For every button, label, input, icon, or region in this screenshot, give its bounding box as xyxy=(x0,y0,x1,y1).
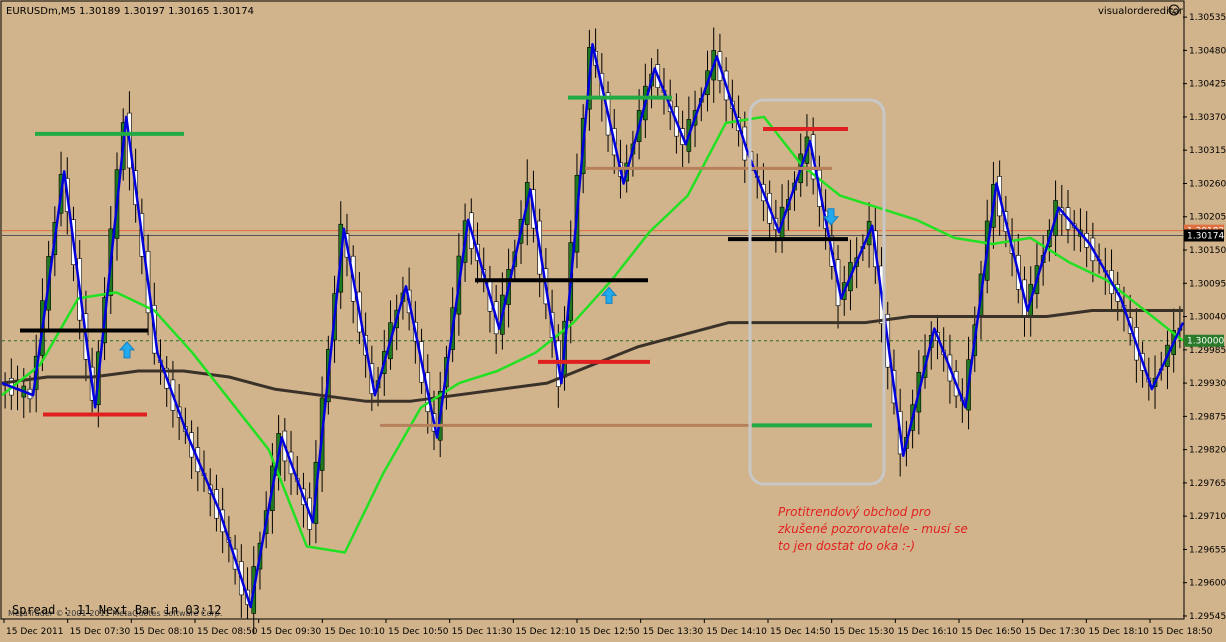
indicator-name: visualordereditor xyxy=(1098,6,1184,17)
x-tick-label: 15 Dec 14:10 xyxy=(706,627,767,637)
y-tick-label: 1.29930 xyxy=(1189,379,1226,389)
x-tick-label: 15 Dec 08:10 xyxy=(133,627,194,637)
annotation-line-1: Protitrendový obchod pro xyxy=(778,505,931,519)
chart-svg[interactable]: 1.30535 1.30480 1.30425 1.30370 1.30315 1.302… xyxy=(0,0,1226,642)
annotation-line-3: to jen dostat do oka :-) xyxy=(778,539,915,553)
x-tick-label: 15 Dec 10:10 xyxy=(324,627,385,637)
x-tick-label: 15 Dec 08:50 xyxy=(197,627,258,637)
y-tick-label: 1.30535 xyxy=(1189,13,1226,23)
y-tick-label: 1.29600 xyxy=(1189,579,1226,589)
y-tick-label: 1.30260 xyxy=(1189,179,1226,189)
x-tick-label: 15 Dec 13:30 xyxy=(643,627,704,637)
y-tick-label: 1.30040 xyxy=(1189,313,1226,323)
y-tick-label: 1.30315 xyxy=(1189,146,1226,156)
y-tick-label: 1.30425 xyxy=(1189,80,1226,90)
level-price-tag: 1.30000 xyxy=(1187,337,1224,347)
annotation-line-2: zkušené pozorovatele - musí se xyxy=(777,522,968,536)
x-tick-label: 15 Dec 07:30 xyxy=(70,627,131,637)
x-tick-label: 15 Dec 2011 xyxy=(6,627,64,637)
y-tick-label: 1.29875 xyxy=(1189,412,1226,422)
spread-info: Spread : 11 Next Bar in 03:12 xyxy=(12,603,222,617)
x-tick-label: 15 Dec 11:30 xyxy=(452,627,513,637)
x-tick-label: 15 Dec 10:50 xyxy=(388,627,449,637)
x-tick-label: 15 Dec 14:50 xyxy=(770,627,831,637)
x-tick-label: 15 Dec 15:30 xyxy=(834,627,895,637)
y-tick-label: 1.29765 xyxy=(1189,479,1226,489)
y-tick-label: 1.30095 xyxy=(1189,279,1226,289)
chart-window[interactable]: 1.30535 1.30480 1.30425 1.30370 1.30315 1.302… xyxy=(0,0,1226,642)
x-tick-label: 15 Dec 16:50 xyxy=(961,627,1022,637)
x-tick-label: 15 Dec 18:10 xyxy=(1088,627,1149,637)
chart-title: EURUSDm,M5 1.30189 1.30197 1.30165 1.301… xyxy=(6,6,254,17)
y-tick-label: 1.30480 xyxy=(1189,46,1226,56)
y-tick-label: 1.29545 xyxy=(1189,612,1226,622)
y-tick-label: 1.29710 xyxy=(1189,512,1226,522)
current-price-tag: 1.30174 xyxy=(1187,231,1224,241)
x-tick-label: 15 Dec 12:50 xyxy=(579,627,640,637)
y-tick-label: 1.30205 xyxy=(1189,213,1226,223)
x-tick-label: 15 Dec 18:50 xyxy=(1152,627,1213,637)
y-tick-label: 1.29985 xyxy=(1189,346,1226,356)
y-tick-label: 1.30370 xyxy=(1189,113,1226,123)
x-tick-label: 15 Dec 16:10 xyxy=(897,627,958,637)
x-tick-label: 15 Dec 12:10 xyxy=(515,627,576,637)
y-tick-label: 1.29655 xyxy=(1189,545,1226,555)
y-tick-label: 1.29820 xyxy=(1189,446,1226,456)
x-tick-label: 15 Dec 17:30 xyxy=(1025,627,1086,637)
x-tick-label: 15 Dec 09:30 xyxy=(261,627,322,637)
y-tick-label: 1.30150 xyxy=(1189,246,1226,256)
